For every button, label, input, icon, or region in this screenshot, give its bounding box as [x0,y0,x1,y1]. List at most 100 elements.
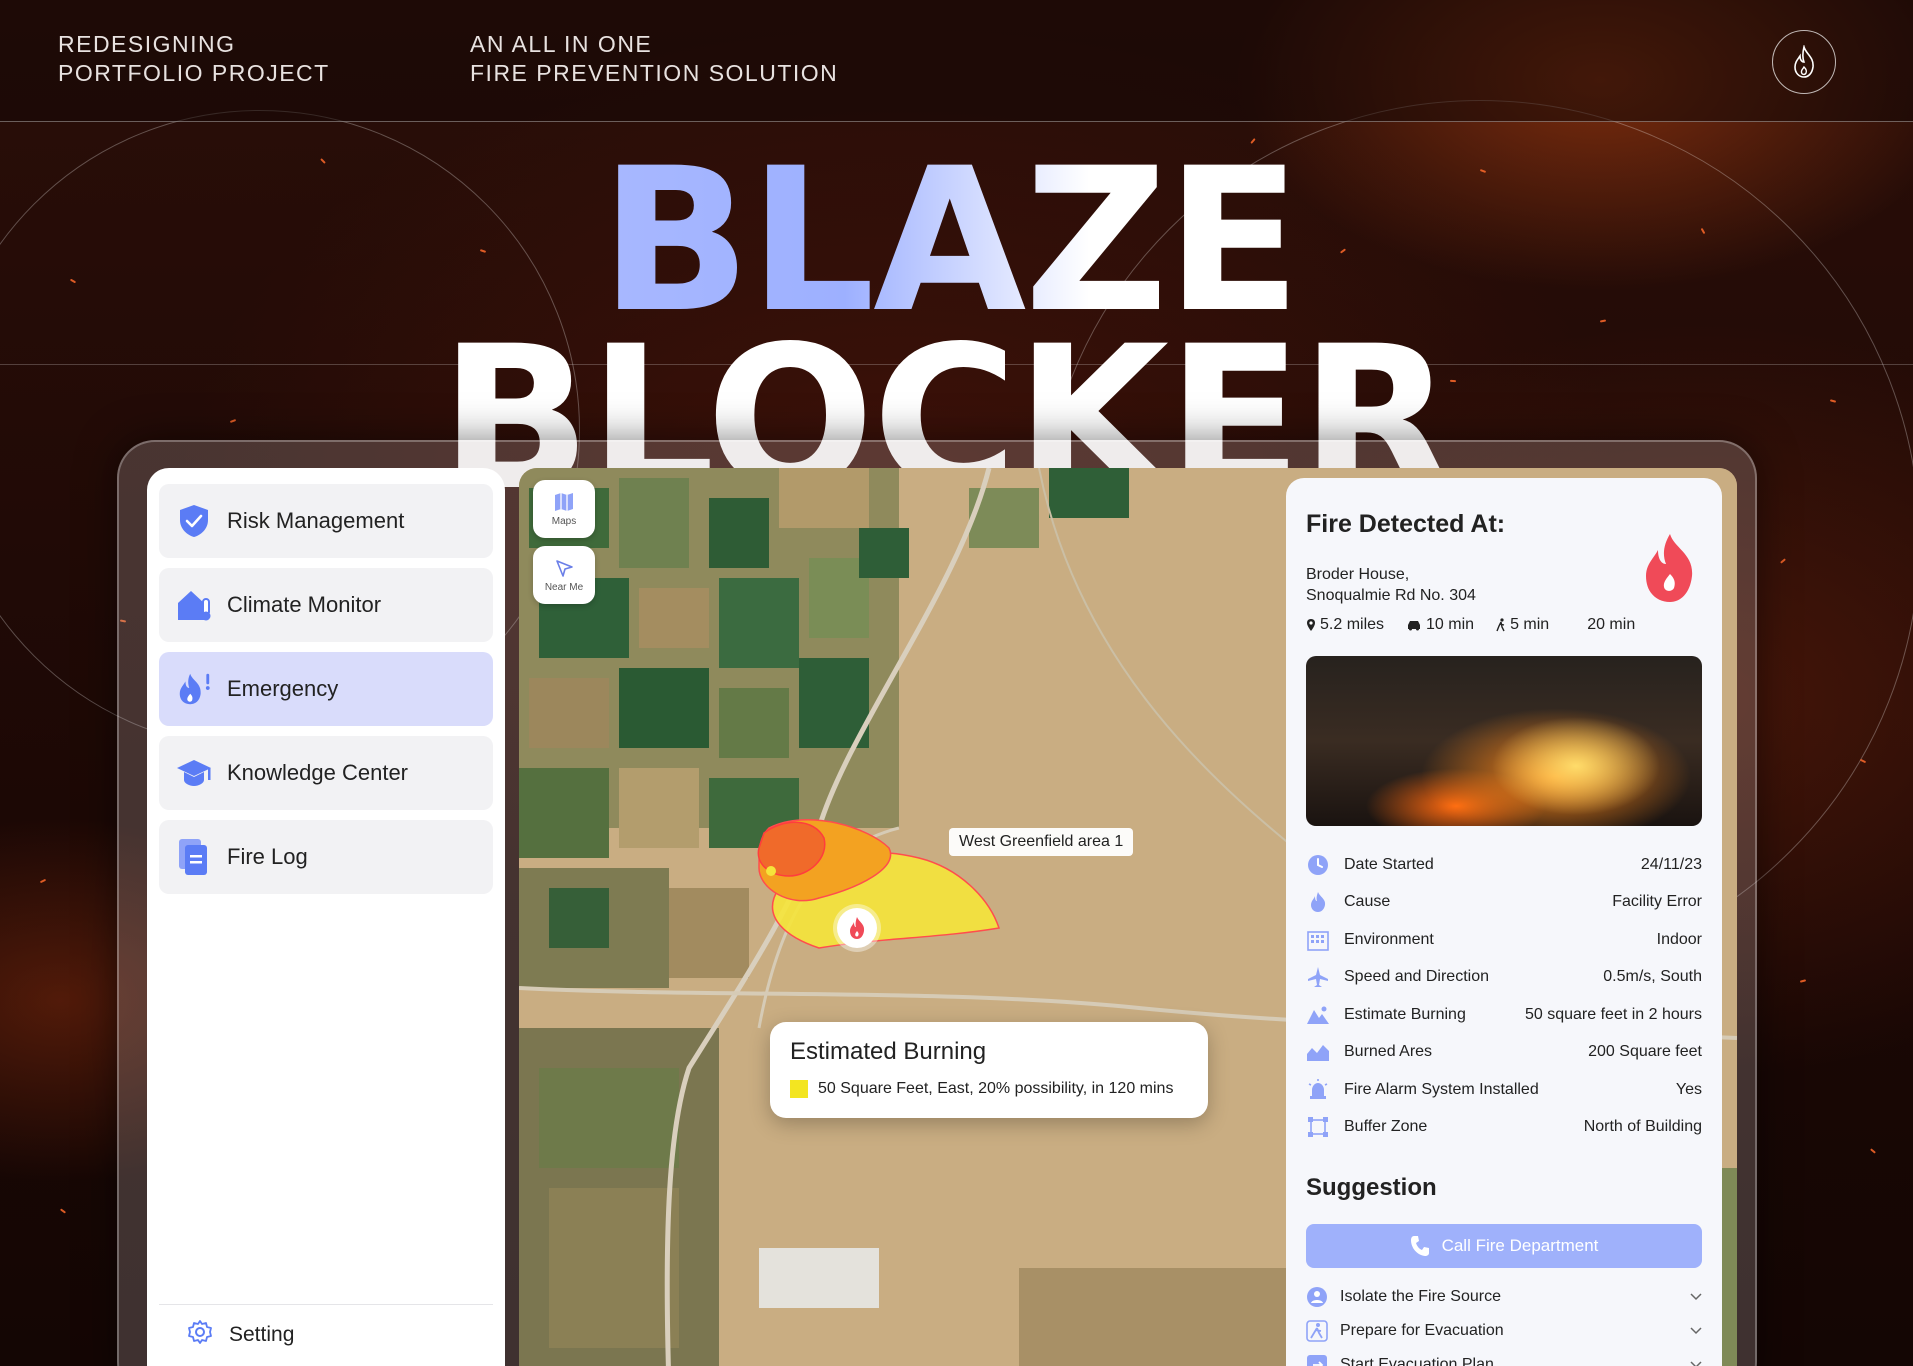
suggestion-label: Isolate the Fire Source [1340,1288,1501,1305]
distance-value: 5.2 miles [1320,616,1385,633]
walking-icon [1496,618,1505,632]
top-bar: REDESIGNING PORTFOLIO PROJECT AN ALL IN … [0,0,1913,122]
phone-icon [1410,1236,1429,1256]
detail-value: Yes [1675,1080,1702,1098]
near-me-button[interactable]: Near Me [533,546,595,604]
fire-photo [1306,656,1702,826]
shield-check-icon [175,502,213,540]
graduation-cap-icon [175,754,213,792]
sidebar-item-emergency[interactable]: Emergency [159,652,493,726]
fire-marker-icon [837,908,877,948]
plane-icon [1306,965,1330,989]
detail-value: 50 square feet in 2 hours [1524,1005,1702,1023]
walk-stat: 5 min [1496,616,1549,634]
detail-label: Burned Ares [1344,1043,1433,1061]
pin-icon [1307,619,1315,631]
maps-button[interactable]: Maps [533,480,595,538]
sidebar-item-label: Climate Monitor [227,592,382,617]
clock-icon [1306,853,1330,877]
suggestion-label: Prepare for Evacuation [1340,1322,1504,1339]
chevron-down-icon[interactable] [1690,1288,1702,1306]
detail-value: 0.5m/s, South [1603,968,1702,986]
project-label-line2: PORTFOLIO PROJECT [58,60,330,86]
detail-value: 24/11/23 [1640,855,1702,873]
detail-label: Speed and Direction [1344,968,1489,986]
home-thermometer-icon [175,586,213,624]
gear-icon [187,1319,213,1351]
suggestion-title: Suggestion [1306,1174,1437,1201]
other-value: 20 min [1587,616,1636,633]
flame-icon [1638,532,1702,609]
suggestion-start-evacuation[interactable]: Start Evacuation Plan [1306,1350,1702,1366]
suggestion-isolate[interactable]: Isolate the Fire Source [1306,1282,1702,1312]
drive-value: 10 min [1426,616,1475,633]
address-line2: Snoqualmie Rd No. 304 [1306,587,1476,604]
fire-address: Broder House, Snoqualmie Rd No. 304 [1306,564,1476,606]
detail-label: Estimate Burning [1344,1005,1466,1023]
sidebar: Risk Management Climate Monitor Emergenc… [147,468,505,1366]
detail-row-burned-area: Burned Ares 200 Square feet [1306,1034,1702,1072]
fire-details-list: Date Started 24/11/23 Cause Facility Err… [1306,846,1702,1146]
tagline-line1: AN ALL IN ONE [470,31,653,57]
alarm-icon [1306,1078,1330,1102]
map-icon [555,492,573,511]
detail-row-buffer-zone: Buffer Zone North of Building [1306,1109,1702,1147]
call-fire-department-button[interactable]: Call Fire Department [1306,1224,1702,1268]
travel-stats: 5.2 miles 10 min 5 min 20 min [1306,616,1635,634]
near-me-label: Near Me [544,581,584,593]
drive-stat: 10 min [1406,616,1474,634]
detail-row-estimate-burning: Estimate Burning 50 square feet in 2 hou… [1306,996,1702,1034]
detail-label: Environment [1344,930,1434,948]
area-chart-icon [1306,1040,1330,1064]
walk-value: 5 min [1510,616,1550,633]
project-label: REDESIGNING PORTFOLIO PROJECT [58,30,330,88]
flame-icon [1306,890,1330,914]
sidebar-item-label: Knowledge Center [227,760,409,785]
suggestion-label: Start Evacuation Plan [1340,1356,1494,1366]
detail-label: Fire Alarm System Installed [1344,1080,1539,1098]
address-line1: Broder House, [1306,566,1410,583]
sidebar-item-label: Risk Management [227,508,405,533]
fire-logo-icon [1772,30,1836,94]
sidebar-item-climate-monitor[interactable]: Climate Monitor [159,568,493,642]
estimated-burning-title: Estimated Burning [790,1038,987,1065]
maps-label: Maps [551,515,577,527]
sidebar-item-setting[interactable]: Setting [159,1304,493,1364]
detail-row-environment: Environment Indoor [1306,921,1702,959]
building-icon [1306,928,1330,952]
estimated-burning-card: Estimated Burning 50 Square Feet, East, … [770,1022,1208,1118]
detail-value: Indoor [1656,930,1702,948]
chevron-down-icon[interactable] [1690,1356,1702,1366]
tagline: AN ALL IN ONE FIRE PREVENTION SOLUTION [470,30,838,88]
detail-value: North of Building [1583,1118,1702,1136]
sidebar-item-fire-log[interactable]: Fire Log [159,820,493,894]
distance-stat: 5.2 miles [1306,616,1384,634]
buffer-icon [1306,1115,1330,1139]
detail-label: Buffer Zone [1344,1118,1428,1136]
panel-title: Fire Detected At: [1306,510,1506,538]
detail-value: Facility Error [1612,893,1702,911]
suggestion-prepare-evacuation[interactable]: Prepare for Evacuation [1306,1316,1702,1346]
detail-row-speed: Speed and Direction 0.5m/s, South [1306,959,1702,997]
navigation-arrow-icon [556,559,573,577]
estimated-burning-detail: 50 Square Feet, East, 20% possibility, i… [818,1080,1174,1097]
detail-value: 200 Square feet [1588,1043,1702,1061]
sidebar-item-label: Fire Log [227,844,308,869]
project-label-line1: REDESIGNING [58,31,236,57]
detail-row-cause: Cause Facility Error [1306,884,1702,922]
fire-detail-panel: Fire Detected At: Broder House, Snoqualm… [1286,478,1722,1366]
tagline-line2: FIRE PREVENTION SOLUTION [470,60,839,86]
car-icon [1408,621,1421,631]
call-button-label: Call Fire Department [1441,1236,1599,1255]
exit-icon [1306,1354,1328,1366]
detail-label: Cause [1344,893,1391,911]
detail-label: Date Started [1344,855,1434,873]
sidebar-item-knowledge-center[interactable]: Knowledge Center [159,736,493,810]
setting-label: Setting [229,1322,295,1346]
document-icon [175,838,213,876]
sidebar-item-risk-management[interactable]: Risk Management [159,484,493,558]
chevron-down-icon[interactable] [1690,1322,1702,1340]
detail-row-date-started: Date Started 24/11/23 [1306,846,1702,884]
mountain-icon [1306,1003,1330,1027]
running-person-icon [1306,1320,1328,1342]
